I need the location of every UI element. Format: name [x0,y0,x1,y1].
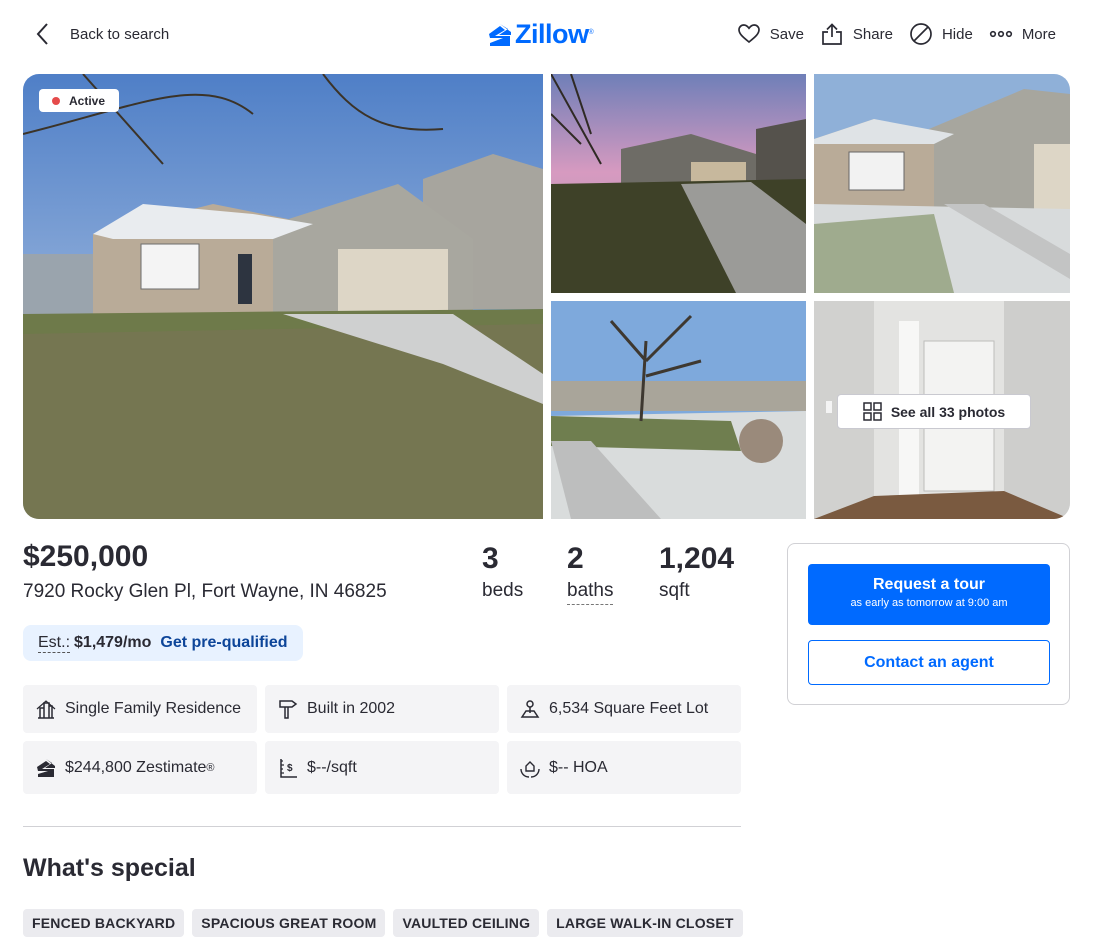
special-tags: FENCED BACKYARD SPACIOUS GREAT ROOM VAUL… [23,909,751,937]
zillow-logo-icon [489,23,511,46]
hoa-icon [520,760,540,778]
main-photo[interactable] [23,74,543,519]
front-yard-photo [551,301,806,519]
more-icon [989,30,1012,38]
see-all-photos-button[interactable]: See all 33 photos [837,394,1031,429]
gallery-photo-3[interactable] [551,301,806,519]
baths-label[interactable]: baths [567,580,614,605]
see-all-photos-label: See all 33 photos [890,403,1006,420]
heart-icon [737,24,760,44]
fact-price-per-sqft-text: $--/sqft [307,758,357,776]
estimate-label[interactable]: Est.: [38,634,71,653]
estimated-payment-banner: Est.: $1,479/mo Get pre-qualified [23,625,303,661]
top-header: Back to search Zillow ® Save Share Hide … [0,0,1096,70]
request-tour-label: Request a tour [872,576,985,593]
header-actions: Save Share Hide More [721,22,1056,46]
sqft-stat: 1,204 sqft [659,540,734,602]
price-per-sqft-icon: $ [280,758,297,778]
listing-price: $250,000 [23,540,149,573]
fact-zestimate-text: $244,800 Zestimate [65,758,207,776]
photo-gallery: Active [23,74,1070,519]
special-tag: LARGE WALK-IN CLOSET [547,909,743,937]
fact-hoa-text: $-- HOA [549,758,608,776]
more-label: More [1021,25,1056,43]
section-divider [23,826,741,827]
special-tag: VAULTED CEILING [393,909,540,937]
fact-lot-size: 6,534 Square Feet Lot [507,685,741,733]
zestimate-registered-mark: ® [206,761,215,774]
zestimate-icon [37,758,55,777]
lot-icon [520,700,540,718]
gallery-photo-1[interactable] [551,74,806,293]
fact-year-built: Built in 2002 [265,685,499,733]
active-dot-icon [52,96,60,105]
save-button[interactable]: Save [737,22,804,46]
estimate-amount: $1,479/mo [74,634,152,651]
logo-registered-mark: ® [588,29,594,36]
hide-button[interactable]: Hide [909,22,973,46]
gallery-photo-2[interactable] [814,74,1070,293]
special-tag: SPACIOUS GREAT ROOM [192,909,386,937]
baths-stat[interactable]: 2 baths [567,540,614,605]
sqft-value: 1,204 [659,542,735,575]
house-exterior-photo [23,74,543,519]
listing-address: 7920 Rocky Glen Pl, Fort Wayne, IN 46825 [23,581,387,602]
get-prequalified-link[interactable]: Get pre-qualified [160,634,287,652]
grid-icon [863,402,882,421]
beds-label: beds [482,580,524,601]
save-label: Save [769,25,804,43]
back-to-search-button[interactable]: Back to search [34,22,169,46]
share-label: Share [852,25,893,43]
fact-lot-size-text: 6,534 Square Feet Lot [549,700,709,717]
svg-text:$: $ [287,763,293,774]
hide-label: Hide [941,25,973,43]
fact-year-built-text: Built in 2002 [307,700,396,717]
building-icon [36,700,56,719]
share-icon [822,23,842,45]
fact-zestimate[interactable]: $244,800 Zestimate ® [23,741,257,794]
house-dusk-photo [551,74,806,293]
special-tag: FENCED BACKYARD [23,909,185,937]
status-badge: Active [39,89,120,112]
fact-home-type-text: Single Family Residence [65,700,242,717]
chevron-left-icon [36,23,48,45]
fact-home-type: Single Family Residence [23,685,257,733]
beds-value: 3 [482,542,499,575]
back-label: Back to search [70,25,170,43]
beds-stat: 3 beds [482,540,523,602]
whats-special-title: What's special [23,854,196,882]
house-front-photo [814,74,1070,293]
fact-hoa: $-- HOA [507,741,741,794]
fact-price-per-sqft: $ $--/sqft [265,741,499,794]
status-badge-label: Active [69,93,106,108]
sqft-label: sqft [659,580,690,601]
request-tour-sublabel: as early as tomorrow at 9:00 am [850,597,1008,609]
request-tour-button[interactable]: Request a tour as early as tomorrow at 9… [808,564,1050,625]
hammer-icon [279,700,298,719]
hide-icon [910,23,932,45]
more-button[interactable]: More [989,22,1056,46]
logo-text: Zillow [515,19,589,49]
baths-value: 2 [567,542,584,575]
share-button[interactable]: Share [820,22,893,46]
contact-card: Request a tour as early as tomorrow at 9… [787,543,1070,705]
contact-agent-button[interactable]: Contact an agent [808,640,1050,685]
zillow-logo[interactable]: Zillow ® [488,19,594,50]
